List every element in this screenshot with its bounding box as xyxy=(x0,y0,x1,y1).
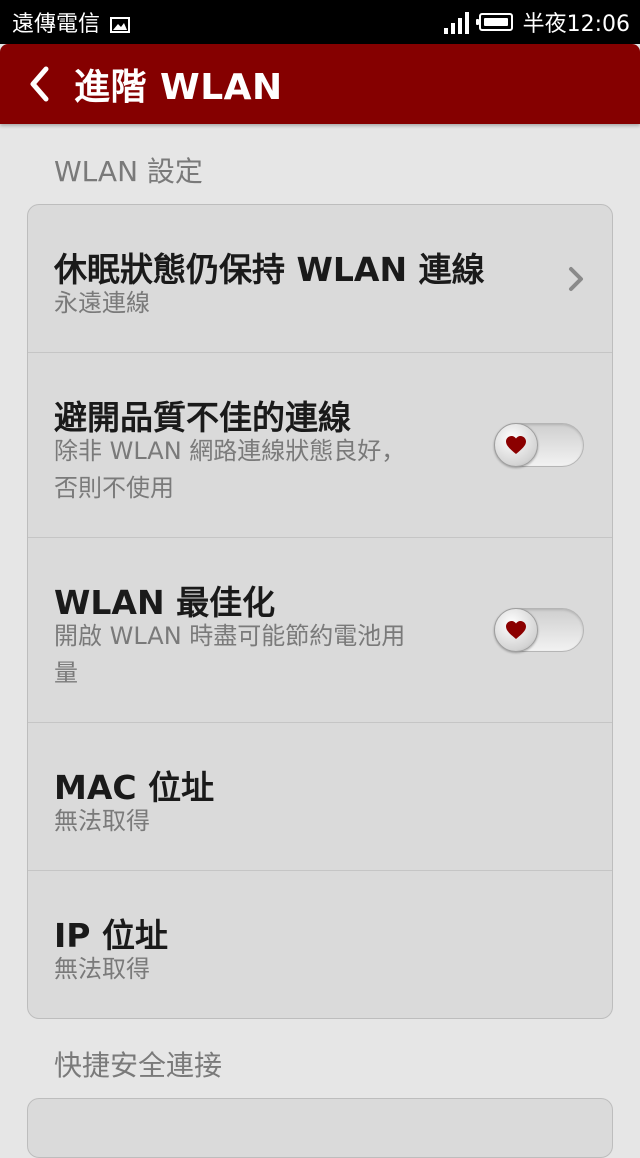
image-notification-icon xyxy=(110,14,131,33)
setting-sleep-policy[interactable]: 休眠狀態仍保持 WLAN 連線 永遠連線 xyxy=(28,205,612,353)
carrier-name: 遠傳電信 xyxy=(12,12,101,37)
setting-ip-address[interactable]: IP 位址 無法取得 xyxy=(28,871,612,1018)
battery-icon xyxy=(475,13,513,31)
section-header-quick-secure-connect: 快捷安全連接 xyxy=(54,1049,223,1082)
setting-title: MAC 位址 xyxy=(54,768,215,807)
setting-title: 休眠狀態仍保持 WLAN 連線 xyxy=(54,250,485,289)
status-bar: 遠傳電信 半夜12:06 xyxy=(0,0,640,44)
heart-icon xyxy=(506,621,526,639)
setting-subtitle: 無法取得 xyxy=(54,955,150,983)
section-header-wlan-settings: WLAN 設定 xyxy=(54,155,203,188)
page-title: 進階 WLAN xyxy=(74,67,283,108)
wlan-settings-card: 休眠狀態仍保持 WLAN 連線 永遠連線 避開品質不佳的連線 除非 WLAN 網… xyxy=(27,204,613,1019)
setting-subtitle: 開啟 WLAN 時盡可能節約電池用 量 xyxy=(54,622,406,687)
setting-title: IP 位址 xyxy=(54,916,168,955)
wlan-optimization-toggle[interactable] xyxy=(494,608,584,652)
clock: 半夜12:06 xyxy=(522,12,630,37)
chevron-right-icon xyxy=(569,267,583,291)
setting-title: WLAN 最佳化 xyxy=(54,583,276,622)
setting-subtitle: 無法取得 xyxy=(54,807,150,835)
setting-title: 避開品質不佳的連線 xyxy=(54,398,351,437)
setting-mac-address[interactable]: MAC 位址 無法取得 xyxy=(28,723,612,871)
setting-subtitle: 除非 WLAN 網路連線狀態良好， 否則不使用 xyxy=(54,437,406,502)
signal-strength-icon xyxy=(443,10,469,34)
toggle-knob xyxy=(494,423,538,467)
heart-icon xyxy=(506,436,526,454)
back-arrow-icon[interactable] xyxy=(14,44,64,124)
avoid-poor-connections-toggle[interactable] xyxy=(494,423,584,467)
quick-secure-connect-card xyxy=(27,1098,613,1158)
setting-wlan-optimization[interactable]: WLAN 最佳化 開啟 WLAN 時盡可能節約電池用 量 xyxy=(28,538,612,723)
toggle-knob xyxy=(494,608,538,652)
setting-avoid-poor-connections[interactable]: 避開品質不佳的連線 除非 WLAN 網路連線狀態良好， 否則不使用 xyxy=(28,353,612,538)
action-bar: 進階 WLAN xyxy=(0,44,640,124)
setting-subtitle: 永遠連線 xyxy=(54,289,150,317)
